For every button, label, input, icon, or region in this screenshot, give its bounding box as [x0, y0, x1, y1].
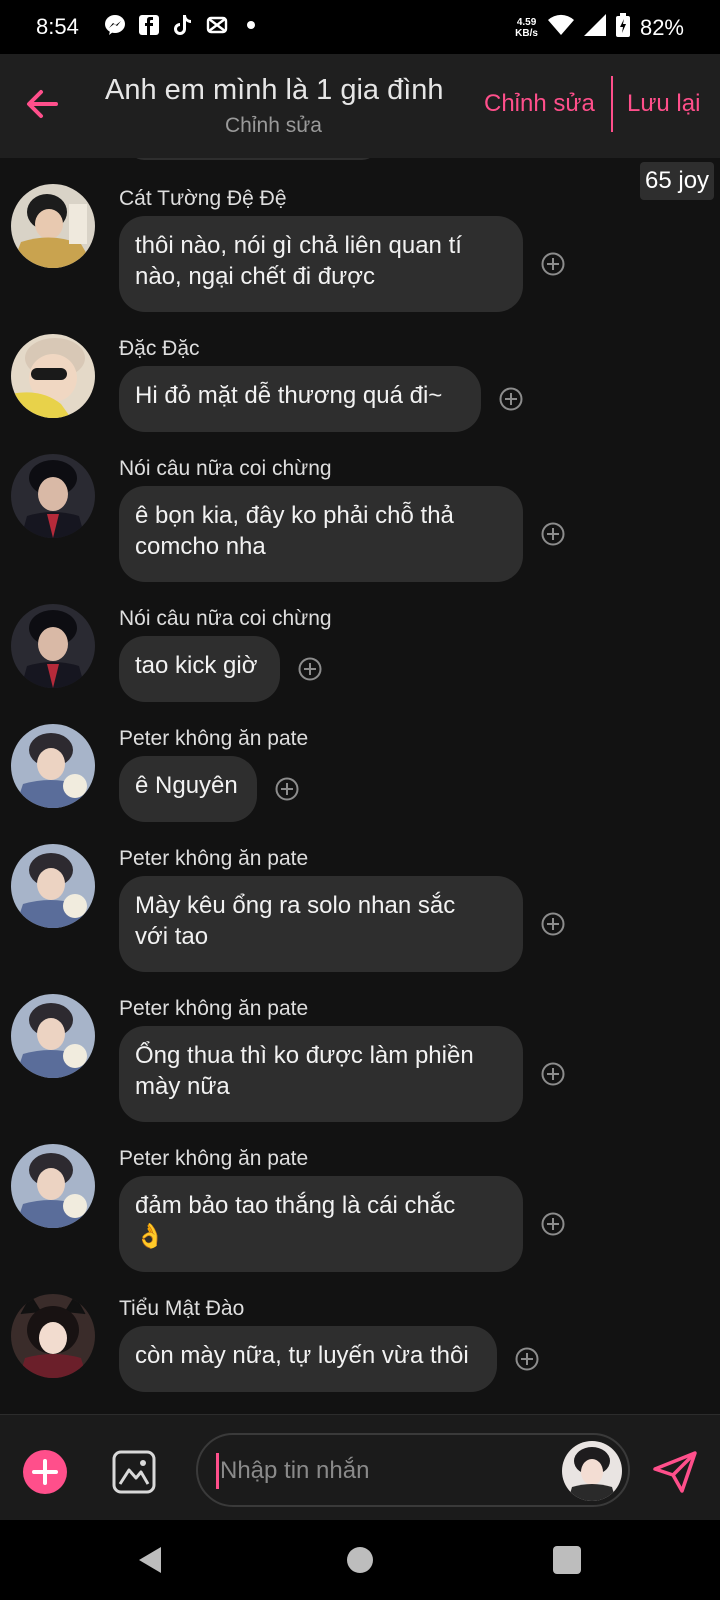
message-text-line: với tao [135, 923, 209, 950]
message-bubble[interactable]: Mày kêu ổng ra solo nhan sắc với tao [119, 876, 523, 972]
message-bubble[interactable]: Ổng thua thì ko được làm phiền mày nữa [119, 1026, 523, 1122]
tiktok-icon [172, 14, 194, 36]
nav-home-icon[interactable] [347, 1547, 373, 1573]
message-text-line: Hi đỏ mặt dễ thương quá đi~ [135, 382, 443, 409]
arrow-left-icon [27, 90, 58, 118]
message-bubble[interactable]: ê bọn kia, đây ko phải chỗ thả comcho nh… [119, 486, 523, 582]
message-text-line: 👌 [135, 1223, 165, 1250]
add-reaction-icon[interactable] [541, 252, 565, 276]
avatar[interactable] [11, 1294, 95, 1378]
avatar[interactable] [11, 184, 95, 268]
dot-icon [240, 14, 262, 36]
message-bubble[interactable]: còn mày nữa, tự luyến vừa thôi [119, 1326, 497, 1392]
sender-name: Peter không ăn pate [119, 847, 309, 870]
avatar[interactable] [11, 844, 95, 928]
message-bubble[interactable]: ê Nguyên [119, 756, 257, 822]
edit-button[interactable]: Chỉnh sửa [484, 90, 595, 118]
notification-icons [104, 14, 262, 36]
avatar[interactable] [11, 1144, 95, 1228]
message-text-line: nào, ngại chết đi được [135, 263, 375, 290]
message-bubble-partial [128, 158, 378, 160]
image-picker-button[interactable] [112, 1450, 156, 1494]
add-reaction-icon[interactable] [541, 1062, 565, 1086]
message-text-line: đảm bảo tao thắng là cái chắc [135, 1192, 456, 1219]
avatar[interactable] [11, 724, 95, 808]
sender-name: Peter không ăn pate [119, 727, 309, 750]
message-text-line: comcho nha [135, 533, 266, 560]
battery-icon [615, 13, 630, 43]
add-reaction-icon[interactable] [515, 1347, 539, 1371]
back-button[interactable] [22, 84, 62, 124]
group-title: Anh em mình là 1 gia đình [105, 74, 444, 106]
message-text-line: tao kick giờ [135, 652, 258, 679]
signal-icon [583, 14, 606, 42]
network-speed: 4.59 KB/s [515, 17, 538, 39]
composer-bar: Nhập tin nhắn [0, 1414, 720, 1521]
nav-recents-icon[interactable] [553, 1546, 581, 1574]
capcut-icon [206, 14, 228, 36]
send-button[interactable] [652, 1449, 698, 1495]
wifi-icon [547, 14, 574, 42]
sender-name: Nói câu nữa coi chừng [119, 607, 332, 630]
send-icon [653, 1451, 697, 1493]
message-input-placeholder: Nhập tin nhắn [220, 1457, 370, 1484]
avatar[interactable] [11, 604, 95, 688]
battery-percent: 82% [639, 15, 684, 40]
avatar[interactable] [11, 334, 95, 418]
image-icon [112, 1450, 156, 1494]
message-text-line: thôi nào, nói gì chả liên quan tí [135, 232, 462, 259]
chat-header: Anh em mình là 1 gia đình Chỉnh sửa Chỉn… [0, 54, 720, 158]
add-reaction-icon[interactable] [298, 657, 322, 681]
nav-back-icon[interactable] [137, 1545, 163, 1575]
network-speed-unit: KB/s [515, 28, 538, 39]
add-reaction-icon[interactable] [541, 912, 565, 936]
system-status: 4.59 KB/s 82% [515, 13, 684, 43]
sender-name: Tiểu Mật Đào [119, 1297, 245, 1320]
text-caret [216, 1453, 219, 1489]
status-time: 8:54 [36, 14, 79, 39]
message-text-line: ê Nguyên [135, 772, 238, 799]
add-reaction-icon[interactable] [499, 387, 523, 411]
message-bubble[interactable]: thôi nào, nói gì chả liên quan tí nào, n… [119, 216, 523, 312]
message-list[interactable]: 65 joy Cát Tường Đệ Đệ thôi nào, nói gì … [0, 158, 720, 1414]
message-bubble[interactable]: tao kick giờ [119, 636, 280, 702]
add-button[interactable] [23, 1450, 67, 1494]
message-text-line: Ổng thua thì ko được làm phiền [135, 1042, 474, 1069]
sender-name: Peter không ăn pate [119, 997, 309, 1020]
avatar[interactable] [11, 994, 95, 1078]
plus-icon [32, 1459, 58, 1485]
network-speed-value: 4.59 [516, 17, 537, 28]
sender-name: Peter không ăn pate [119, 1147, 309, 1170]
sender-name: Nói câu nữa coi chừng [119, 457, 332, 480]
message-text-line: mày nữa [135, 1073, 230, 1100]
sticker-avatar[interactable] [562, 1441, 622, 1501]
message-text-line: còn mày nữa, tự luyến vừa thôi [135, 1342, 469, 1369]
messenger-icon [104, 14, 126, 36]
sender-name: Cát Tường Đệ Đệ [119, 187, 287, 210]
message-input[interactable]: Nhập tin nhắn [196, 1433, 630, 1507]
message-text-line: ê bọn kia, đây ko phải chỗ thả [135, 502, 454, 529]
group-subtitle: Chỉnh sửa [225, 114, 322, 137]
system-nav-bar [0, 1520, 720, 1600]
header-divider [611, 76, 613, 132]
add-reaction-icon[interactable] [541, 1212, 565, 1236]
joy-badge: 65 joy [640, 162, 715, 200]
save-button[interactable]: Lưu lại [627, 90, 700, 118]
add-reaction-icon[interactable] [275, 777, 299, 801]
sender-name: Đặc Đặc [119, 337, 200, 360]
message-bubble[interactable]: Hi đỏ mặt dễ thương quá đi~ [119, 366, 481, 432]
avatar[interactable] [11, 454, 95, 538]
facebook-icon [138, 14, 160, 36]
status-bar: 8:54 4.59 KB/s 82% [0, 0, 720, 54]
add-reaction-icon[interactable] [541, 522, 565, 546]
message-bubble[interactable]: đảm bảo tao thắng là cái chắc 👌 [119, 1176, 523, 1272]
message-text-line: Mày kêu ổng ra solo nhan sắc [135, 892, 456, 919]
